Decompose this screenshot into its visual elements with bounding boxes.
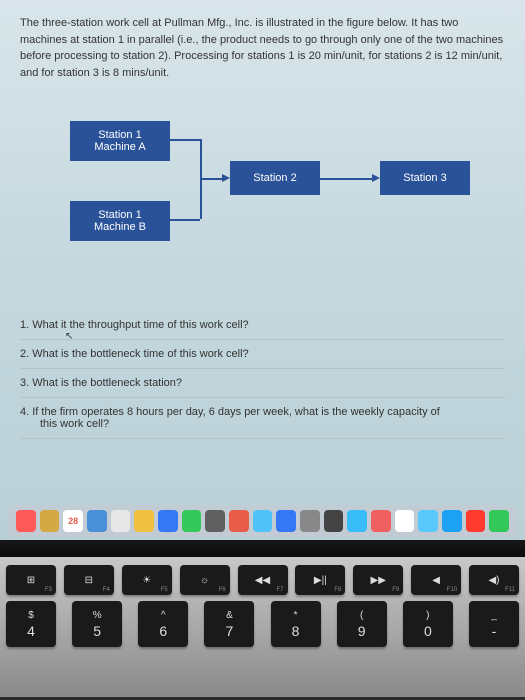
number-key: ^6	[138, 601, 188, 647]
dock-app-icon[interactable]	[40, 510, 60, 532]
station-label: Station 2	[253, 172, 296, 184]
key-icon: ☼	[200, 575, 209, 586]
key-label: F8	[334, 587, 341, 593]
dock-app-icon[interactable]	[466, 510, 486, 532]
key-label: F11	[505, 587, 515, 593]
key-label: F3	[45, 587, 52, 593]
function-key: ◀◀ F7	[238, 565, 288, 595]
key-label: F6	[219, 587, 226, 593]
question-2: 2. What is the bottleneck time of this w…	[20, 340, 505, 369]
screen-bezel	[0, 537, 525, 557]
dock-app-icon[interactable]	[87, 510, 107, 532]
workflow-diagram: Station 1 Machine A Station 1 Machine B …	[20, 111, 505, 291]
question-3: 3. What is the bottleneck station?	[20, 369, 505, 398]
function-key: ⊞ F3	[6, 565, 56, 595]
station-label: Station 1	[98, 209, 141, 221]
dock-app-icon[interactable]	[111, 510, 131, 532]
dock-app-icon[interactable]	[324, 510, 344, 532]
screen-content: The three-station work cell at Pullman M…	[0, 0, 525, 540]
dock-app-icon[interactable]	[371, 510, 391, 532]
dock-app-icon[interactable]	[253, 510, 273, 532]
key-symbol: $	[28, 610, 34, 621]
problem-statement: The three-station work cell at Pullman M…	[20, 15, 505, 81]
key-icon: ☀	[142, 575, 151, 586]
function-key: ☼ F6	[180, 565, 230, 595]
function-key: ◀) F11	[469, 565, 519, 595]
key-symbol: ^	[161, 610, 166, 621]
dock-app-icon[interactable]	[276, 510, 296, 532]
key-symbol: %	[93, 610, 102, 621]
key-label: F4	[103, 587, 110, 593]
key-symbol: (	[360, 610, 363, 621]
function-key: ▶|| F8	[295, 565, 345, 595]
function-key: ⊟ F4	[64, 565, 114, 595]
key-number: 7	[226, 623, 234, 639]
dock-app-icon[interactable]	[182, 510, 202, 532]
dock-app-icon[interactable]	[158, 510, 178, 532]
dock-app-icon[interactable]	[134, 510, 154, 532]
number-key: %5	[72, 601, 122, 647]
dock-app-icon[interactable]	[418, 510, 438, 532]
key-label: F10	[447, 587, 457, 593]
key-number: 0	[424, 623, 432, 639]
function-key-row: ⊞ F3 ⊟ F4 ☀ F5 ☼ F6 ◀◀ F7 ▶|| F8 ▶▶ F9 ◀ F10 ◀) F11	[6, 565, 519, 595]
dock-app-icon[interactable]	[347, 510, 367, 532]
key-icon: ▶||	[314, 575, 327, 586]
station-3-box: Station 3	[380, 161, 470, 195]
key-number: 8	[292, 623, 300, 639]
dock-app-icon[interactable]	[442, 510, 462, 532]
key-icon: ⊟	[85, 575, 93, 586]
key-icon: ◀)	[488, 575, 499, 586]
dock-app-icon[interactable]	[205, 510, 225, 532]
key-label: F7	[276, 587, 283, 593]
key-symbol: &	[226, 610, 233, 621]
station-2-box: Station 2	[230, 161, 320, 195]
dock-app-icon[interactable]	[300, 510, 320, 532]
key-icon: ◀◀	[255, 575, 270, 586]
number-key: $4	[6, 601, 56, 647]
key-symbol: _	[491, 610, 497, 621]
calendar-icon[interactable]: 28	[63, 510, 83, 532]
machine-label: Machine B	[94, 221, 146, 233]
function-key: ▶▶ F9	[353, 565, 403, 595]
dock-app-icon[interactable]	[395, 510, 415, 532]
key-number: 4	[27, 623, 35, 639]
macos-dock[interactable]: 28	[8, 505, 517, 537]
number-key: (9	[337, 601, 387, 647]
station-label: Station 3	[403, 172, 446, 184]
station-1b-box: Station 1 Machine B	[70, 201, 170, 241]
key-number: 6	[159, 623, 167, 639]
dock-app-icon[interactable]	[16, 510, 36, 532]
keyboard: ⊞F3⊟F4☀F5☼F6◀◀F7▶||F8▶▶F9◀F10◀)F11 $4%5^…	[0, 557, 525, 697]
number-key: &7	[204, 601, 254, 647]
number-key: *8	[271, 601, 321, 647]
number-key: )0	[403, 601, 453, 647]
key-icon: ▶▶	[371, 575, 386, 586]
key-icon: ◀	[432, 575, 440, 586]
key-label: F9	[392, 587, 399, 593]
key-icon: ⊞	[27, 575, 35, 586]
function-key: ◀ F10	[411, 565, 461, 595]
key-number: 9	[358, 623, 366, 639]
key-label: F5	[161, 587, 168, 593]
key-number: 5	[93, 623, 101, 639]
machine-label: Machine A	[94, 141, 145, 153]
key-symbol: *	[294, 610, 298, 621]
number-key: _-	[469, 601, 519, 647]
function-key: ☀ F5	[122, 565, 172, 595]
question-1: 1. What it the throughput time of this w…	[20, 311, 505, 340]
key-number: -	[492, 623, 497, 639]
questions-list: 1. What it the throughput time of this w…	[20, 311, 505, 439]
station-1a-box: Station 1 Machine A	[70, 121, 170, 161]
number-key-row: $4%5^6&7*8(9)0_-	[6, 601, 519, 647]
question-4: 4. If the firm operates 8 hours per day,…	[20, 398, 505, 439]
dock-app-icon[interactable]	[489, 510, 509, 532]
dock-app-icon[interactable]	[229, 510, 249, 532]
station-label: Station 1	[98, 129, 141, 141]
key-symbol: )	[426, 610, 429, 621]
